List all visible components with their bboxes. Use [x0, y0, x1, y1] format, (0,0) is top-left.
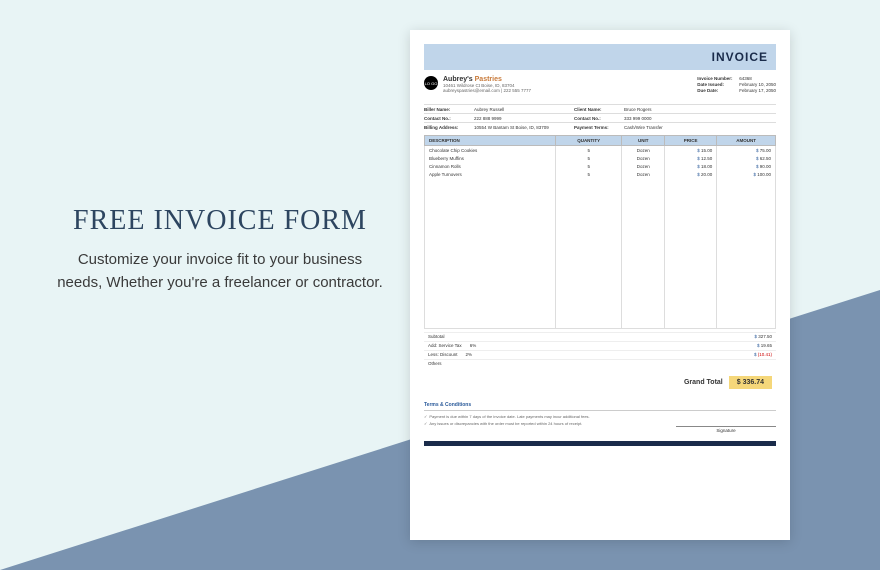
logo-icon: LO GO	[424, 76, 438, 90]
invoice-meta: Invoice Number:64368 Date Issued:Februar…	[697, 76, 776, 94]
terms-block: Terms & Conditions ✓Payment is due withi…	[424, 402, 776, 433]
invoice-header-bar: INVOICE	[424, 44, 776, 70]
invoice-document: INVOICE LO GO Aubrey's Pastries 10461 Wi…	[410, 30, 790, 540]
promo-panel: FREE INVOICE FORM Customize your invoice…	[55, 205, 385, 294]
table-row: Blueberry Muffins5Dozen$ 12.50$ 62.50	[425, 154, 776, 162]
table-row: Chocolate Chip Cookies5Dozen$ 15.00$ 75.…	[425, 146, 776, 155]
promo-subtitle: Customize your invoice fit to your busin…	[55, 249, 385, 294]
check-icon: ✓	[424, 414, 427, 419]
items-table: DESCRIPTION QUANTITY UNIT PRICE AMOUNT C…	[424, 135, 776, 329]
table-row: Apple Turnovers5Dozen$ 20.00$ 100.00	[425, 170, 776, 178]
table-header-row: DESCRIPTION QUANTITY UNIT PRICE AMOUNT	[425, 136, 776, 146]
table-row: Cinnamon Rolls5Dozen$ 18.00$ 90.00	[425, 162, 776, 170]
check-icon: ✓	[424, 421, 427, 426]
invoice-title: INVOICE	[712, 50, 768, 64]
grand-total: Grand Total $ 336.74	[424, 371, 776, 394]
signature-line: Signature	[676, 426, 776, 433]
company-contact: aubreyspastries@email.com | 222 555 7777	[443, 88, 531, 93]
company-name: Aubrey's Pastries	[443, 76, 531, 83]
company-block: LO GO Aubrey's Pastries 10461 Wildrose C…	[424, 70, 776, 100]
party-block: Biller Name:Aubrey Russell Client Name:B…	[424, 104, 776, 131]
promo-title: FREE INVOICE FORM	[55, 205, 385, 237]
totals-block: Subtotal$ 327.50 Add: Service Tax6%$ 19.…	[424, 332, 776, 368]
table-empty-space	[425, 178, 776, 328]
footer-bar	[424, 441, 776, 446]
